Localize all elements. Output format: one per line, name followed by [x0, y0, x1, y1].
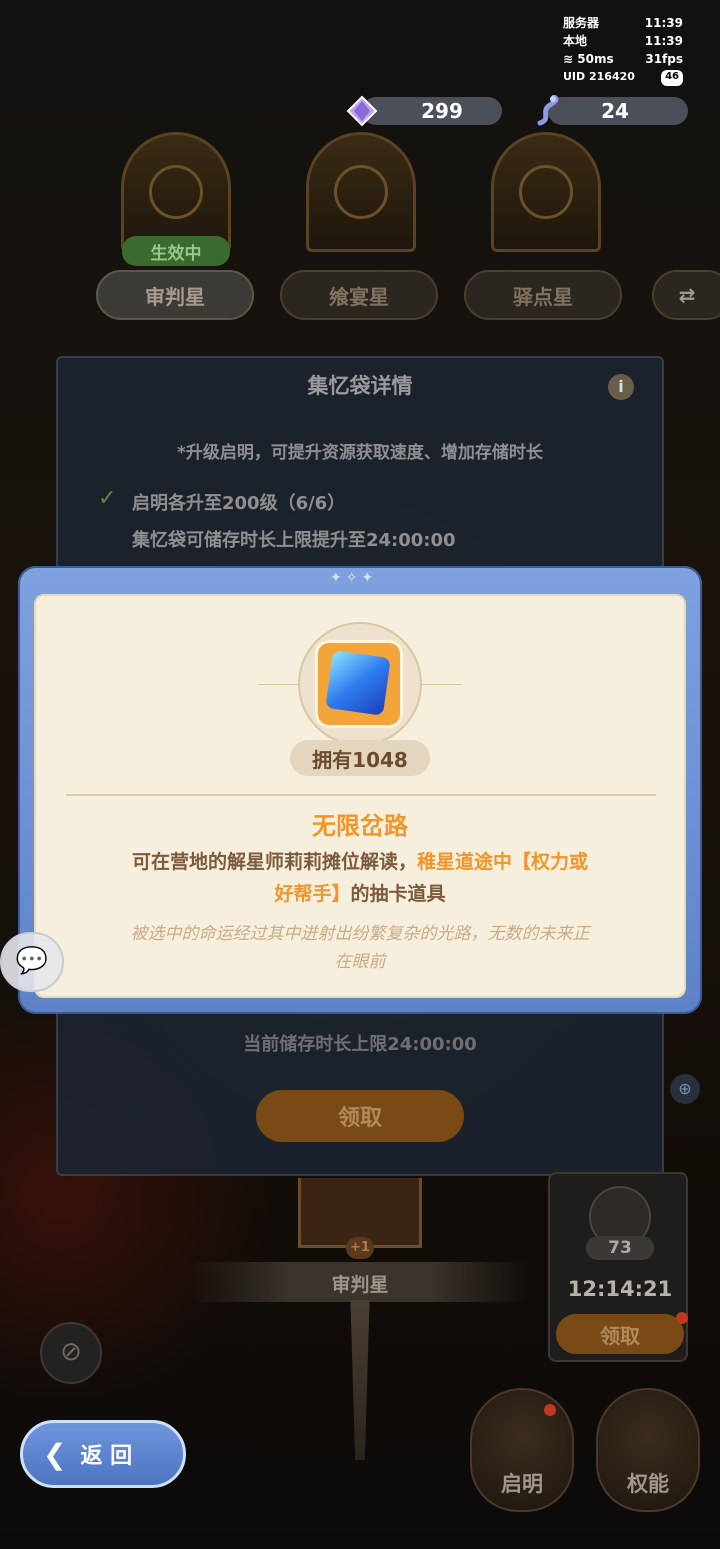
portrait-station-star[interactable]: [491, 132, 601, 252]
uid-label: UID 216420: [563, 70, 635, 83]
modal-divider: [66, 794, 656, 796]
effect-text: 集忆袋可储存时长上限提升至24:00:00: [132, 530, 456, 551]
modal-top-ornament: ✦✧✦: [330, 570, 378, 586]
wifi-icon: ≋: [563, 52, 574, 66]
quanneng-button[interactable]: 权能: [596, 1388, 700, 1512]
panel-title: 集忆袋详情: [307, 374, 413, 398]
ping-value: 50ms: [577, 52, 614, 66]
server-time: 11:39: [644, 16, 683, 30]
qiming-button[interactable]: 启明: [470, 1388, 574, 1512]
tab-station-star[interactable]: 驿点星: [464, 270, 622, 320]
infinite-path-cube-icon: [325, 650, 391, 716]
local-time: 11:39: [644, 34, 683, 48]
panel-claim-button[interactable]: 领取: [256, 1090, 464, 1142]
panel-hint: *升级启明，可提升资源获取速度、增加存储时长: [177, 443, 543, 463]
qiming-label: 启明: [501, 1472, 543, 1496]
active-status-badge: 生效中: [122, 236, 230, 266]
side-claim-button[interactable]: 领取: [556, 1314, 684, 1354]
ticket-counter[interactable]: 24: [548, 97, 688, 125]
portrait-feast-star[interactable]: [306, 132, 416, 252]
info-icon[interactable]: i: [608, 374, 634, 400]
local-label: 本地: [563, 34, 588, 48]
swap-button[interactable]: ⇄: [652, 270, 720, 320]
zoom-icon[interactable]: ⊕: [670, 1074, 700, 1104]
owned-count: 拥有1048: [290, 740, 430, 776]
item-name: 无限岔路: [312, 812, 408, 840]
server-label: 服务器: [563, 16, 600, 30]
tab-feast-star[interactable]: 飨宴星: [280, 270, 438, 320]
chat-bubble-icon[interactable]: 💬: [0, 932, 64, 992]
item-flavor-line-1: 被选中的命运经过其中迸射出纷繁复杂的光路，无数的未来正: [130, 924, 590, 944]
current-limit-text: 当前储存时长上限24:00:00: [243, 1034, 477, 1055]
star-level-badge: +1: [346, 1237, 374, 1259]
item-desc-suffix: 的抽卡道具: [350, 883, 446, 905]
battery-icon: 46: [661, 70, 683, 86]
side-timer: 12:14:21: [567, 1277, 673, 1301]
portrait-judgment-star[interactable]: [121, 132, 231, 252]
requirement-text: 启明各升至200级（6/6）: [132, 493, 346, 514]
swap-arrows-icon: ⇄: [678, 283, 696, 307]
item-desc-highlight-1: 稚星道途中【权力或: [417, 851, 589, 873]
back-button[interactable]: ❮ 返 回: [20, 1420, 186, 1488]
item-desc-highlight-2: 好帮手】: [274, 883, 351, 905]
check-icon: ✓: [98, 486, 117, 511]
gem-count: 299: [421, 99, 463, 123]
gem-counter[interactable]: 299: [362, 97, 502, 125]
serpent-ticket-icon: [537, 95, 559, 126]
item-flavor-text: 被选中的命运经过其中迸射出纷繁复杂的光路，无数的未来正 在眼前: [34, 920, 686, 976]
ticket-count: 24: [601, 99, 629, 123]
quanneng-label: 权能: [627, 1472, 669, 1496]
back-arrow-icon: ❮: [43, 1437, 67, 1471]
fps-value: 31fps: [645, 52, 683, 66]
star-name-label: 审判星: [331, 1274, 389, 1296]
side-count: 73: [586, 1236, 654, 1260]
hide-ui-eye-icon[interactable]: ⊘: [40, 1322, 102, 1384]
qiming-notification-dot: [544, 1404, 556, 1416]
item-description: 可在营地的解星师莉莉摊位解读，稚星道途中【权力或 好帮手】的抽卡道具: [34, 846, 686, 910]
item-desc-plain: 可在营地的解星师莉莉摊位解读，: [131, 851, 417, 873]
status-overlay: 服务器 11:39 本地 11:39 ≋ 50ms 31fps UID 216420 4…: [563, 14, 683, 86]
notification-dot: [676, 1312, 688, 1324]
back-label: 返 回: [80, 1444, 133, 1469]
tab-judgment-star[interactable]: 审判星: [96, 270, 254, 320]
purple-gem-icon: [346, 95, 378, 127]
item-flavor-line-2: 在眼前: [334, 952, 386, 972]
